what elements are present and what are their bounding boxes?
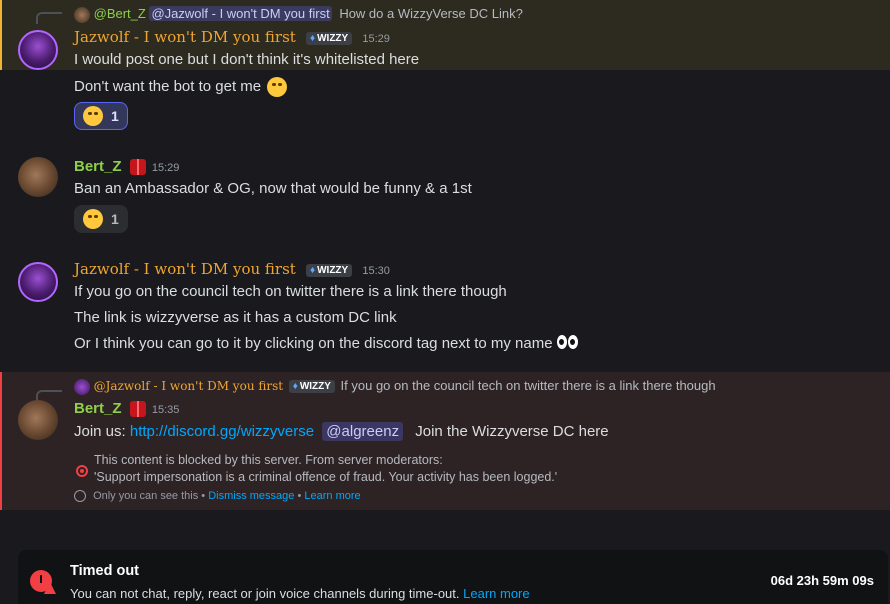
gift-badge-icon[interactable] (129, 159, 146, 176)
blocked-line-2: 'Support impersonation is a criminal off… (94, 470, 558, 484)
timestamp: 15:29 (151, 162, 180, 174)
server-tag[interactable]: ♦ WIZZY (306, 263, 353, 277)
user-mention[interactable]: @algreenz (322, 422, 404, 441)
avatar[interactable] (18, 30, 58, 70)
author-name[interactable]: Bert_Z (74, 158, 122, 175)
gift-badge-icon[interactable] (129, 401, 146, 418)
message-line: Ban an Ambassador & OG, now that would b… (74, 180, 472, 197)
learn-more-link[interactable]: Learn more (304, 490, 360, 502)
reply-author[interactable]: @Jazwolf - I won't DM you first (94, 379, 283, 393)
eye-icon (74, 490, 86, 503)
reply-curve (36, 12, 62, 24)
grinning-squint-emoji-icon (83, 209, 103, 229)
reaction-button[interactable]: 1 (74, 102, 128, 130)
blocked-notice: This content is blocked by this server. … (94, 452, 557, 486)
tag-icon: ♦ (310, 32, 316, 44)
timestamp: 15:29 (362, 33, 390, 45)
avatar[interactable] (18, 262, 58, 302)
timestamp: 15:35 (151, 404, 180, 416)
message-header: Bert_Z 15:35 (74, 400, 180, 418)
message-header: Jazwolf - I won't DM you first ♦ WIZZY 15… (74, 260, 390, 278)
author-name[interactable]: Jazwolf - I won't DM you first (74, 260, 296, 278)
message-line: If you go on the council tech on twitter… (74, 283, 507, 300)
blocked-icon (76, 465, 88, 477)
timeout-description: You can not chat, reply, react or join v… (70, 586, 530, 601)
message-header: Jazwolf - I won't DM you first ♦ WIZZY 15… (74, 28, 390, 46)
message-line: Join us: http://discord.gg/wizzyverse @a… (74, 422, 609, 441)
avatar[interactable] (18, 157, 58, 197)
message-line: I would post one but I don't think it's … (74, 51, 420, 68)
invite-link[interactable]: http://discord.gg/wizzyverse (130, 423, 314, 440)
tag-icon: ♦ (310, 264, 316, 276)
reply-author[interactable]: @Bert_Z (94, 6, 146, 21)
server-tag[interactable]: ♦ WIZZY (306, 31, 353, 45)
timeout-title: Timed out (70, 563, 140, 579)
reply-preview[interactable]: @Bert_Z @Jazwolf - I won't DM you first … (74, 6, 523, 23)
reply-mention[interactable]: @Jazwolf - I won't DM you first (149, 6, 332, 21)
reply-text: How do a WizzyVerse DC Link? (339, 6, 523, 21)
author-name[interactable]: Jazwolf - I won't DM you first (74, 28, 296, 46)
reply-text: If you go on the council tech on twitter… (340, 378, 716, 393)
message-line-with-emoji: Don't want the bot to get me (74, 77, 288, 97)
reply-preview[interactable]: @Jazwolf - I won't DM you first ♦ WIZZY I… (74, 378, 716, 395)
ephemeral-notice: Only you can see this • Dismiss message … (74, 490, 361, 503)
reply-avatar (74, 6, 90, 23)
timestamp: 15:30 (362, 265, 390, 277)
message-line: The link is wizzyverse as it has a custo… (74, 309, 397, 326)
reaction-count: 1 (111, 108, 119, 124)
timeout-countdown: 06d 23h 59m 09s (770, 573, 874, 588)
timeout-banner: Timed out You can not chat, reply, react… (18, 550, 888, 604)
reaction-count: 1 (111, 211, 119, 227)
reaction-button[interactable]: 1 (74, 205, 128, 233)
reply-avatar (74, 378, 90, 395)
server-tag[interactable]: ♦ WIZZY (288, 380, 335, 394)
laughing-emoji-icon (267, 77, 288, 97)
dismiss-message-link[interactable]: Dismiss message (208, 490, 294, 502)
rofl-emoji-icon (83, 106, 103, 126)
author-name[interactable]: Bert_Z (74, 400, 122, 417)
blocked-line-1: This content is blocked by this server. … (94, 453, 443, 467)
message-line-with-emoji: Or I think you can go to it by clicking … (74, 335, 579, 353)
message-header: Bert_Z 15:29 (74, 158, 180, 176)
eyes-emoji-icon (556, 335, 579, 353)
timeout-learn-more-link[interactable]: Learn more (463, 586, 529, 601)
tag-icon: ♦ (292, 381, 298, 393)
avatar[interactable] (18, 400, 58, 440)
